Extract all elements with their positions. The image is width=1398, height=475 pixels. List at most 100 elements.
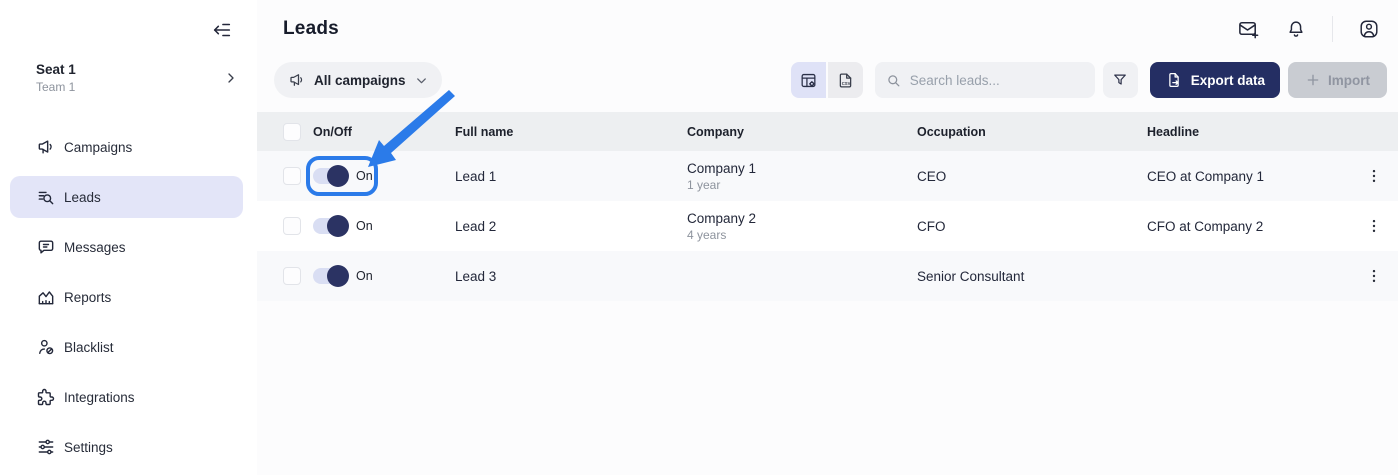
search-icon <box>885 72 902 89</box>
mail-plus-icon <box>1237 18 1260 41</box>
app-window: Seat 1 Team 1 Campaigns <box>0 0 1398 475</box>
company-name: Company 1 <box>687 161 917 176</box>
export-data-button[interactable]: Export data <box>1150 62 1280 98</box>
sidebar-item-integrations[interactable]: Integrations <box>10 376 243 418</box>
topbar: Leads <box>257 0 1398 58</box>
user-avatar-icon <box>1358 18 1380 40</box>
cell-full-name: Lead 3 <box>455 269 687 284</box>
cell-headline: CFO at Company 2 <box>1147 219 1350 234</box>
invite-mail-button[interactable] <box>1237 18 1260 41</box>
column-header-fullname: Full name <box>455 125 687 139</box>
table-header-row: On/Off Full name Company Occupation Head… <box>257 112 1398 151</box>
sidebar-item-label: Blacklist <box>64 340 114 355</box>
topbar-divider <box>1332 16 1333 42</box>
sliders-icon <box>36 437 56 457</box>
search-container <box>875 62 1095 98</box>
company-tenure: 4 years <box>687 228 917 242</box>
view-toggle: CSV <box>791 62 863 98</box>
chevron-down-icon <box>414 73 429 88</box>
row-menu-button[interactable] <box>1361 163 1387 189</box>
lead-toggle[interactable] <box>313 268 347 284</box>
profile-button[interactable] <box>1358 18 1380 40</box>
cell-full-name: Lead 1 <box>455 169 687 184</box>
collapse-sidebar-icon <box>211 19 233 41</box>
filter-button[interactable] <box>1103 62 1138 98</box>
cell-full-name: Lead 2 <box>455 219 687 234</box>
kebab-icon <box>1365 267 1383 285</box>
kebab-icon <box>1365 217 1383 235</box>
notifications-button[interactable] <box>1285 18 1307 40</box>
campaign-filter-dropdown[interactable]: All campaigns <box>274 62 442 98</box>
toolbar: All campaigns <box>257 58 1398 112</box>
plus-icon <box>1305 72 1321 88</box>
cell-occupation: CEO <box>917 169 1147 184</box>
message-icon <box>36 237 56 257</box>
sidebar-item-leads[interactable]: Leads <box>10 176 243 218</box>
cell-occupation: Senior Consultant <box>917 269 1147 284</box>
collapse-sidebar-button[interactable] <box>209 17 235 43</box>
file-export-icon <box>1165 71 1183 89</box>
import-button[interactable]: Import <box>1288 62 1387 98</box>
leads-table: On/Off Full name Company Occupation Head… <box>257 112 1398 301</box>
sidebar-item-settings[interactable]: Settings <box>10 426 243 468</box>
table-row: On Lead 2 Company 2 4 years CFO CFO at C… <box>257 201 1398 251</box>
sidebar-item-blacklist[interactable]: Blacklist <box>10 326 243 368</box>
row-checkbox[interactable] <box>283 267 301 285</box>
seat-selector[interactable]: Seat 1 Team 1 <box>0 56 257 100</box>
csv-view-button[interactable]: CSV <box>828 62 863 98</box>
toggle-knob <box>327 265 349 287</box>
sidebar-item-label: Leads <box>64 190 101 205</box>
column-header-occupation: Occupation <box>917 125 1147 139</box>
company-tenure: 1 year <box>687 178 917 192</box>
cell-company: Company 2 4 years <box>687 211 917 242</box>
sidebar-item-campaigns[interactable]: Campaigns <box>10 126 243 168</box>
row-menu-button[interactable] <box>1361 213 1387 239</box>
toggle-state-label: On <box>356 169 373 183</box>
campaign-filter-label: All campaigns <box>314 73 406 88</box>
seat-subtitle: Team 1 <box>36 80 223 94</box>
svg-text:CSV: CSV <box>841 80 850 85</box>
megaphone-icon <box>288 71 306 89</box>
sidebar-nav: Campaigns Leads Messages <box>0 126 257 468</box>
chevron-right-icon <box>223 70 239 86</box>
user-block-icon <box>36 337 56 357</box>
cell-headline: CEO at Company 1 <box>1147 169 1350 184</box>
cell-occupation: CFO <box>917 219 1147 234</box>
bell-icon <box>1285 18 1307 40</box>
cell-company: Company 1 1 year <box>687 161 917 192</box>
table-row: On Lead 3 Senior Consultant <box>257 251 1398 301</box>
sidebar-item-label: Integrations <box>64 390 135 405</box>
lead-toggle[interactable] <box>313 218 347 234</box>
lead-search-icon <box>36 187 56 207</box>
toggle-knob <box>327 165 349 187</box>
company-name: Company 2 <box>687 211 917 226</box>
table-columns-icon <box>799 71 818 90</box>
main-content: Leads <box>257 0 1398 475</box>
row-checkbox[interactable] <box>283 167 301 185</box>
funnel-icon <box>1111 71 1129 89</box>
sidebar-item-label: Campaigns <box>64 140 132 155</box>
select-all-checkbox[interactable] <box>283 123 301 141</box>
import-label: Import <box>1328 73 1370 88</box>
row-checkbox[interactable] <box>283 217 301 235</box>
search-input[interactable] <box>910 73 1085 88</box>
sidebar-item-label: Messages <box>64 240 126 255</box>
cell-company <box>687 275 917 277</box>
sidebar-item-messages[interactable]: Messages <box>10 226 243 268</box>
column-header-headline: Headline <box>1147 125 1350 139</box>
sidebar-item-label: Reports <box>64 290 111 305</box>
export-data-label: Export data <box>1191 73 1265 88</box>
chart-icon <box>36 287 56 307</box>
lead-toggle[interactable] <box>313 168 347 184</box>
row-menu-button[interactable] <box>1361 263 1387 289</box>
megaphone-icon <box>36 137 56 157</box>
table-row: On Lead 1 Company 1 1 year CEO CEO at Co… <box>257 151 1398 201</box>
toggle-state-label: On <box>356 269 373 283</box>
sidebar-item-label: Settings <box>64 440 113 455</box>
page-title: Leads <box>283 18 339 40</box>
sidebar: Seat 1 Team 1 Campaigns <box>0 0 257 475</box>
kebab-icon <box>1365 167 1383 185</box>
sidebar-item-reports[interactable]: Reports <box>10 276 243 318</box>
column-header-onoff: On/Off <box>313 125 455 139</box>
table-view-button[interactable] <box>791 62 826 98</box>
